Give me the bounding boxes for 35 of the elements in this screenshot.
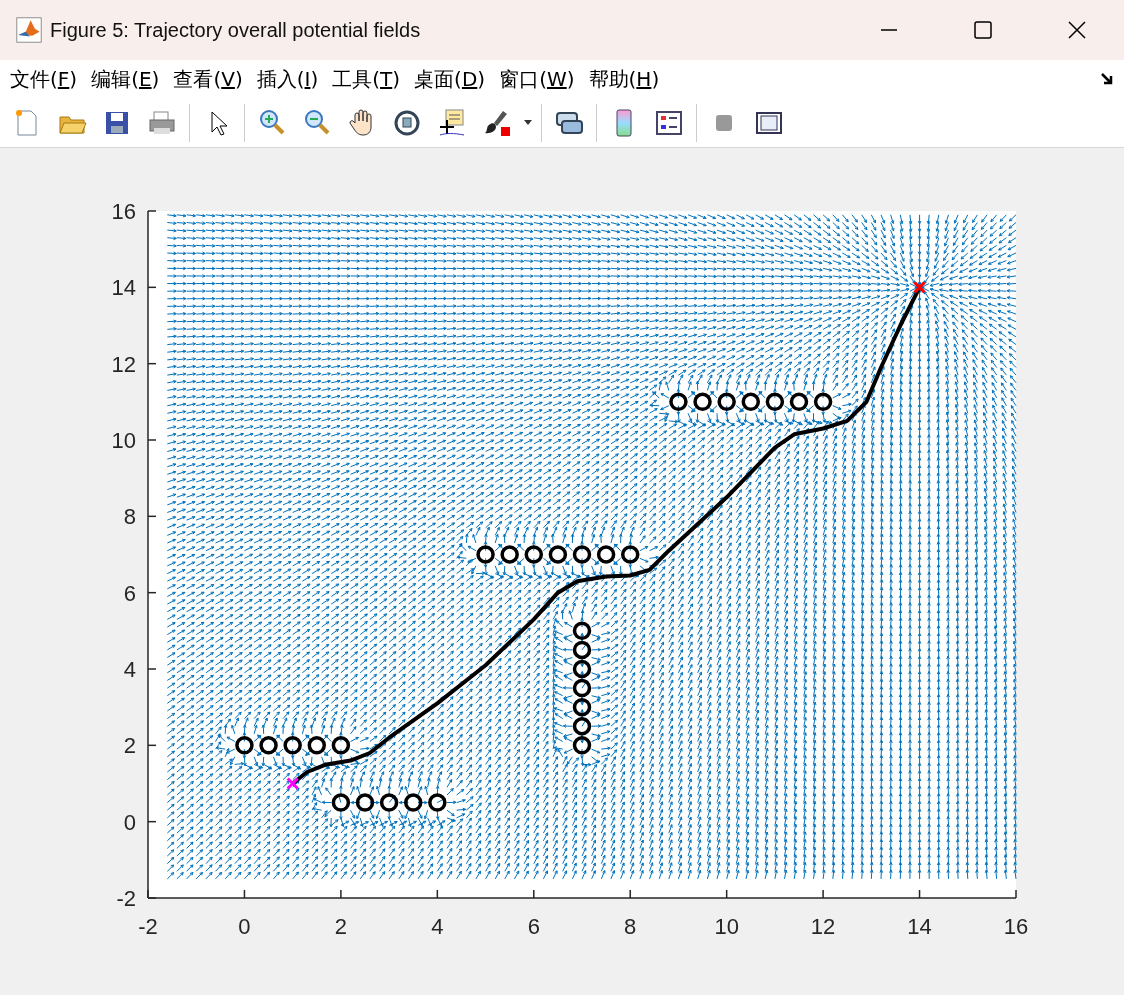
menu-item[interactable]: 编辑(E) bbox=[85, 61, 168, 98]
menu-item[interactable]: 插入(I) bbox=[250, 61, 327, 98]
tick-label: 16 bbox=[1003, 914, 1029, 939]
menu-item[interactable]: 帮助(H) bbox=[582, 61, 668, 98]
minimize-icon bbox=[880, 29, 898, 31]
caret-icon bbox=[524, 120, 532, 126]
menu-item[interactable]: 桌面(D) bbox=[408, 61, 494, 98]
tick-label: 10 bbox=[111, 428, 136, 453]
tick-label: 4 bbox=[431, 914, 444, 939]
tick-label: 2 bbox=[123, 733, 136, 759]
tick-label: 14 bbox=[907, 914, 932, 939]
app-icon bbox=[16, 17, 42, 43]
dock-arrow-icon[interactable] bbox=[1100, 72, 1114, 87]
menu-item[interactable]: 工具(T) bbox=[326, 61, 409, 98]
menu-item[interactable]: 文件(F) bbox=[4, 61, 86, 98]
tick-label: 12 bbox=[111, 351, 136, 377]
tick-label: 8 bbox=[624, 914, 637, 939]
tick-label: 6 bbox=[527, 914, 540, 939]
maximize-icon bbox=[974, 21, 992, 39]
window-title: Figure 5: Trajectory overall potential fields bbox=[50, 18, 422, 42]
tick-label: 10 bbox=[714, 914, 739, 939]
close-icon bbox=[1068, 21, 1086, 39]
tick-label: 2 bbox=[334, 914, 347, 939]
tick-label: -2 bbox=[138, 914, 158, 939]
tick-label: 12 bbox=[810, 914, 836, 939]
menu-item[interactable]: 查看(V) bbox=[167, 61, 251, 98]
tick-label: 8 bbox=[123, 504, 136, 530]
tick-label: 0 bbox=[238, 914, 251, 939]
tick-label: 4 bbox=[123, 657, 136, 682]
menu-item[interactable]: 窗口(W) bbox=[493, 61, 583, 98]
tick-label: 0 bbox=[123, 809, 136, 835]
tick-label: 6 bbox=[123, 580, 136, 606]
tick-label: 16 bbox=[111, 199, 136, 224]
tick-label: -2 bbox=[116, 886, 136, 911]
tick-label: 14 bbox=[111, 275, 136, 301]
